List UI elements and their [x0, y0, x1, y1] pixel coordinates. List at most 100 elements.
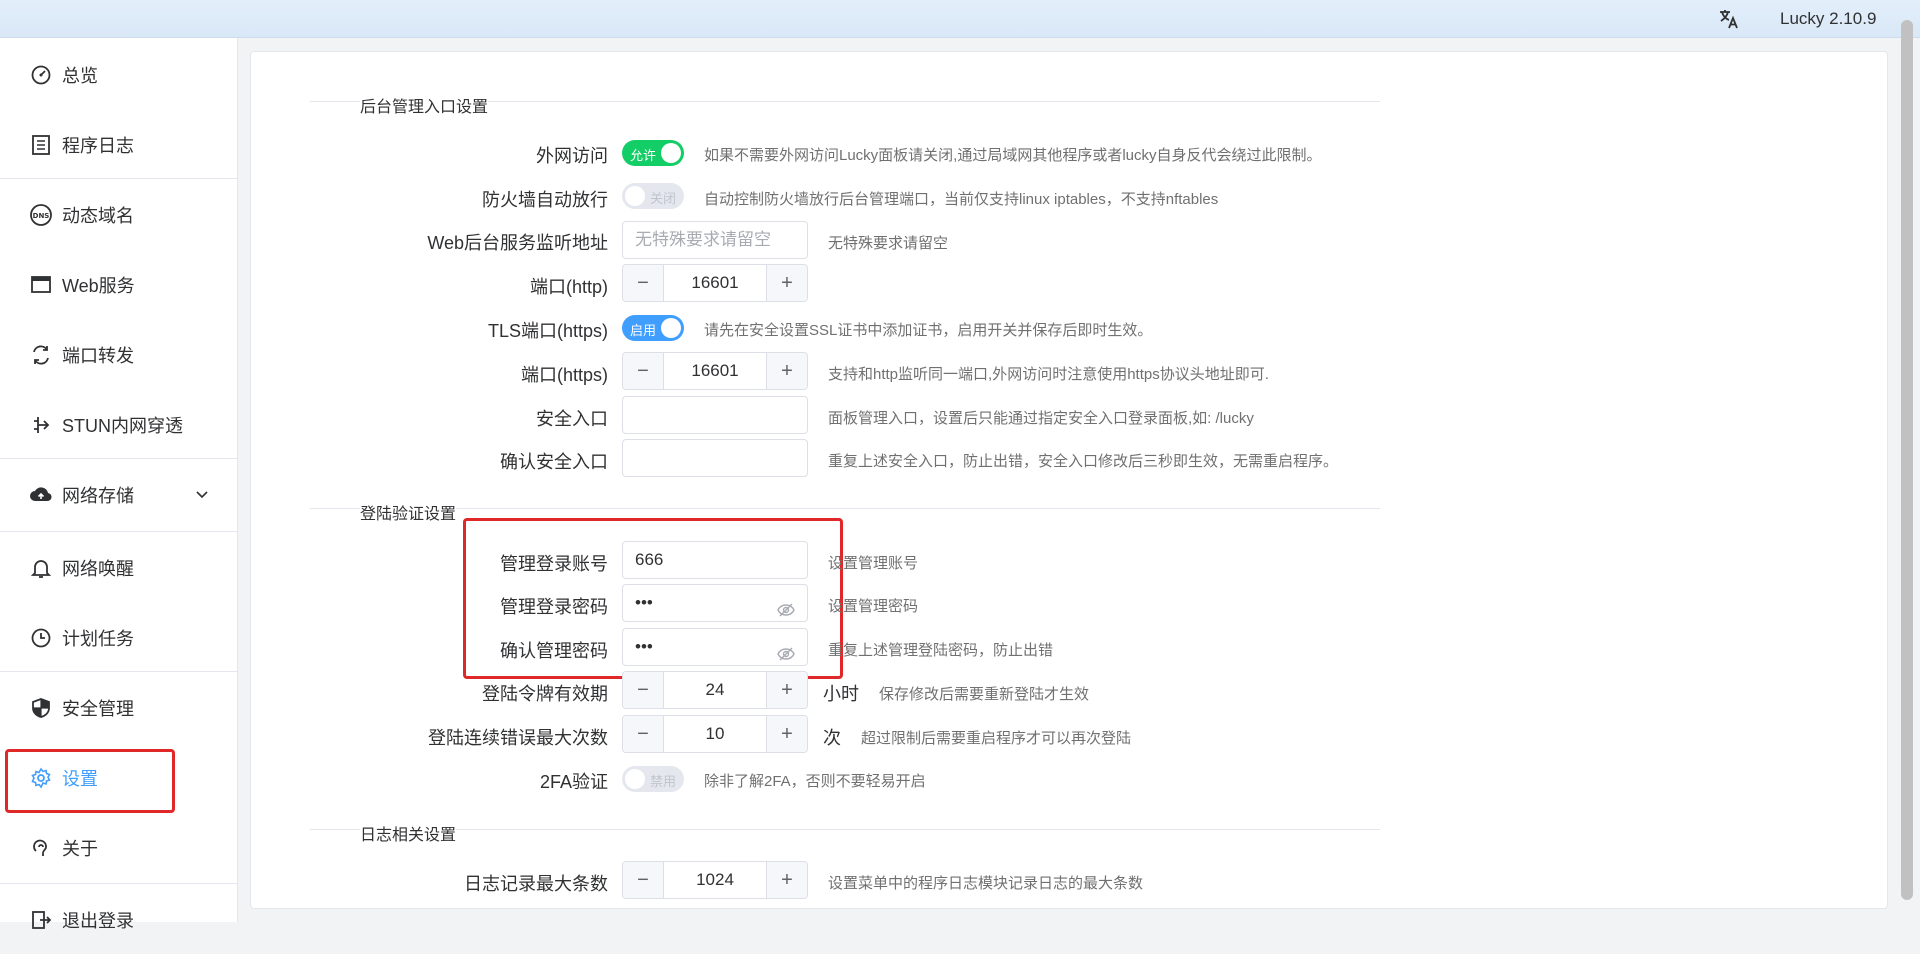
increment-button[interactable]: + [766, 716, 807, 752]
logout-icon [28, 907, 54, 933]
http-port-stepper[interactable]: − 16601 + [622, 264, 808, 302]
confirm-password-hint: 重复上述管理登陆密码，防止出错 [828, 642, 1054, 659]
max-errors-hint: 超过限制后需要重启程序才可以再次登陆 [861, 730, 1132, 747]
sidebar-item-stun[interactable]: STUN内网穿透 [0, 390, 237, 459]
confirm-safe-entry-input[interactable] [622, 439, 808, 477]
password-hint: 设置管理密码 [828, 598, 919, 615]
bell-icon [28, 555, 54, 581]
dns-icon: DNS [28, 202, 54, 228]
sidebar-item-storage[interactable]: 网络存储 [0, 460, 237, 529]
nav-divider [0, 178, 237, 179]
firewall-switch[interactable]: 关闭 [622, 183, 684, 209]
token-hint: 保存修改后需要重新登陆才生效 [879, 686, 1090, 703]
section-title-log: 日志相关设置 [360, 821, 457, 845]
web-icon [28, 272, 54, 298]
sidebar-item-overview[interactable]: 总览 [0, 40, 237, 109]
firewall-label: 防火墙自动放行 [482, 190, 608, 210]
sidebar-item-logs[interactable]: 程序日志 [0, 110, 237, 179]
sidebar-item-wol[interactable]: 网络唤醒 [0, 533, 237, 602]
svg-text:DNS: DNS [33, 212, 50, 220]
safe-entry-input[interactable] [622, 396, 808, 434]
clock-icon [28, 625, 54, 651]
about-icon [28, 835, 54, 861]
log-max-hint: 设置菜单中的程序日志模块记录日志的最大条数 [828, 875, 1144, 892]
log-max-stepper[interactable]: − 1024 + [622, 861, 808, 899]
listen-address-label: Web后台服务监听地址 [427, 233, 608, 253]
password-input[interactable]: ••• [622, 584, 808, 622]
cloud-upload-icon [28, 482, 54, 508]
settings-panel [250, 51, 1888, 909]
tls-port-label: TLS端口(https) [487, 321, 608, 341]
stun-icon [28, 412, 54, 438]
token-stepper[interactable]: − 24 + [622, 671, 808, 709]
max-errors-label: 登陆连续错误最大次数 [428, 728, 608, 748]
sidebar-item-schedule[interactable]: 计划任务 [0, 603, 237, 672]
translate-icon[interactable] [1716, 6, 1742, 32]
tls-hint: 请先在安全设置SSL证书中添加证书，启用开关并保存后即时生效。 [704, 322, 1153, 339]
listen-address-hint: 无特殊要求请留空 [828, 235, 949, 252]
confirm-password-input[interactable]: ••• [622, 628, 808, 666]
account-input[interactable]: 666 [622, 541, 808, 579]
increment-button[interactable]: + [766, 672, 807, 708]
top-bar: Lucky 2.10.9 [0, 0, 1920, 38]
section-title-login: 登陆验证设置 [360, 500, 457, 524]
confirm-safe-entry-label: 确认安全入口 [500, 452, 608, 472]
app-version: Lucky 2.10.9 [1780, 9, 1877, 28]
account-hint: 设置管理账号 [828, 555, 919, 572]
twofa-switch[interactable]: 禁用 [622, 766, 684, 792]
sidebar-item-logout[interactable]: 退出登录 [0, 885, 237, 954]
eye-off-icon[interactable] [777, 639, 795, 675]
log-max-label: 日志记录最大条数 [464, 874, 608, 894]
decrement-button[interactable]: − [623, 265, 664, 301]
password-label: 管理登录密码 [500, 597, 608, 617]
decrement-button[interactable]: − [623, 716, 664, 752]
scrollbar[interactable] [1901, 20, 1913, 900]
eye-off-icon[interactable] [777, 595, 795, 631]
nav-divider [0, 671, 237, 672]
section-divider [310, 829, 1380, 830]
account-label: 管理登录账号 [500, 554, 608, 574]
firewall-hint: 自动控制防火墙放行后台管理端口，当前仅支持linux iptables，不支持n… [704, 191, 1219, 208]
external-access-hint: 如果不需要外网访问Lucky面板请关闭,通过局域网其他程序或者lucky自身反代… [704, 147, 1322, 164]
log-icon [28, 132, 54, 158]
sidebar-item-ddns[interactable]: DNS 动态域名 [0, 180, 237, 249]
dashboard-icon [28, 62, 54, 88]
settings-highlight-box [5, 749, 175, 813]
https-port-stepper[interactable]: − 16601 + [622, 352, 808, 390]
confirm-safe-entry-hint: 重复上述安全入口，防止出错，安全入口修改后三秒即生效，无需重启程序。 [828, 453, 1339, 470]
decrement-button[interactable]: − [623, 353, 664, 389]
token-unit: 小时 [823, 684, 859, 704]
confirm-password-label: 确认管理密码 [500, 641, 608, 661]
token-label: 登陆令牌有效期 [482, 684, 608, 704]
twofa-hint: 除非了解2FA，否则不要轻易开启 [704, 773, 926, 790]
sidebar-item-web[interactable]: Web服务 [0, 250, 237, 319]
sidebar-item-port-forward[interactable]: 端口转发 [0, 320, 237, 389]
external-access-label: 外网访问 [536, 146, 608, 166]
max-errors-unit: 次 [823, 728, 841, 748]
https-port-label: 端口(https) [520, 365, 608, 385]
max-errors-stepper[interactable]: − 10 + [622, 715, 808, 753]
port-forward-icon [28, 342, 54, 368]
increment-button[interactable]: + [766, 862, 807, 898]
http-port-label: 端口(http) [529, 277, 608, 297]
tls-switch[interactable]: 启用 [622, 315, 684, 341]
section-title-admin: 后台管理入口设置 [360, 93, 489, 117]
nav-divider [0, 458, 237, 459]
sidebar-item-security[interactable]: 安全管理 [0, 673, 237, 742]
decrement-button[interactable]: − [623, 862, 664, 898]
decrement-button[interactable]: − [623, 672, 664, 708]
https-port-hint: 支持和http监听同一端口,外网访问时注意使用https协议头地址即可. [828, 366, 1269, 383]
twofa-label: 2FA验证 [539, 772, 608, 792]
safe-entry-label: 安全入口 [536, 409, 608, 429]
external-access-switch[interactable]: 允许 [622, 140, 684, 166]
sidebar-item-about[interactable]: 关于 [0, 813, 237, 882]
listen-address-input[interactable]: 无特殊要求请留空 [622, 221, 808, 259]
chevron-down-icon[interactable] [195, 485, 209, 506]
shield-icon [28, 695, 54, 721]
increment-button[interactable]: + [766, 265, 807, 301]
safe-entry-hint: 面板管理入口，设置后只能通过指定安全入口登录面板,如: /lucky [828, 410, 1254, 427]
increment-button[interactable]: + [766, 353, 807, 389]
nav-divider [0, 531, 237, 532]
section-divider [310, 508, 1380, 509]
nav-divider [0, 883, 237, 884]
